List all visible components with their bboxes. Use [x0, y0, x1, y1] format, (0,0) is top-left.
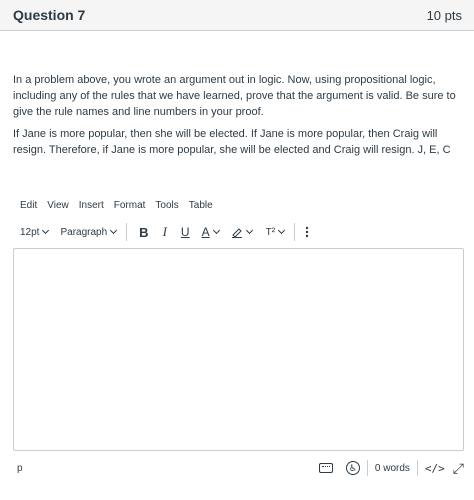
question-points: 10 pts: [426, 7, 462, 23]
menu-format[interactable]: Format: [114, 200, 146, 214]
font-size-value: 12pt: [20, 226, 40, 238]
underline-button[interactable]: U: [177, 222, 194, 242]
question-header: Question 7 10 pts: [0, 0, 474, 31]
text-color-button[interactable]: A: [198, 222, 223, 242]
superscript-icon: T²: [265, 226, 276, 238]
menu-insert[interactable]: Insert: [79, 200, 104, 214]
question-argument: If Jane is more popular, then she will b…: [13, 128, 451, 156]
highlight-color-button[interactable]: [227, 222, 256, 242]
menu-tools[interactable]: Tools: [155, 200, 178, 214]
block-format-select[interactable]: Paragraph: [56, 222, 120, 242]
toolbar-divider: [126, 223, 128, 241]
statusbar-divider: [339, 460, 340, 476]
toolbar-divider: [294, 223, 296, 241]
more-options-icon: [305, 226, 309, 238]
chevron-down-icon: [212, 226, 220, 235]
block-format-value: Paragraph: [60, 226, 108, 238]
text-color-icon: A: [201, 225, 210, 239]
editor-toolbar: 12pt Paragraph B I U A T²: [16, 222, 356, 242]
statusbar-tools: ♿ 0 words </> ⤢: [318, 460, 464, 477]
chevron-down-icon: [110, 226, 118, 235]
statusbar-divider: [366, 460, 368, 476]
editor-menubar: Edit View Insert Format Tools Table: [20, 200, 223, 214]
element-path[interactable]: p: [13, 463, 23, 474]
html-editor-button[interactable]: </>: [425, 462, 445, 475]
word-count[interactable]: 0 words: [375, 463, 410, 474]
menu-edit[interactable]: Edit: [20, 200, 37, 214]
statusbar-divider: [416, 460, 418, 476]
superscript-button[interactable]: T²: [262, 222, 288, 242]
menu-view[interactable]: View: [47, 200, 69, 214]
font-size-select[interactable]: 12pt: [16, 222, 52, 242]
italic-button[interactable]: I: [159, 222, 171, 242]
accessibility-checker-icon[interactable]: ♿: [345, 461, 360, 475]
editor-statusbar: p ♿ 0 words </> ⤢: [13, 456, 464, 480]
chevron-down-icon: [245, 226, 253, 235]
answer-editor[interactable]: [13, 248, 464, 451]
more-options-button[interactable]: [301, 222, 313, 242]
question-instructions: In a problem above, you wrote an argumen…: [13, 74, 456, 118]
chevron-down-icon: [278, 226, 286, 235]
highlighter-icon: [231, 228, 242, 238]
question-title: Question 7: [13, 7, 86, 23]
bold-button[interactable]: B: [135, 222, 152, 242]
menu-table[interactable]: Table: [189, 200, 213, 214]
fullscreen-icon[interactable]: ⤢: [453, 460, 464, 477]
chevron-down-icon: [42, 226, 50, 235]
keyboard-icon[interactable]: [318, 463, 333, 473]
